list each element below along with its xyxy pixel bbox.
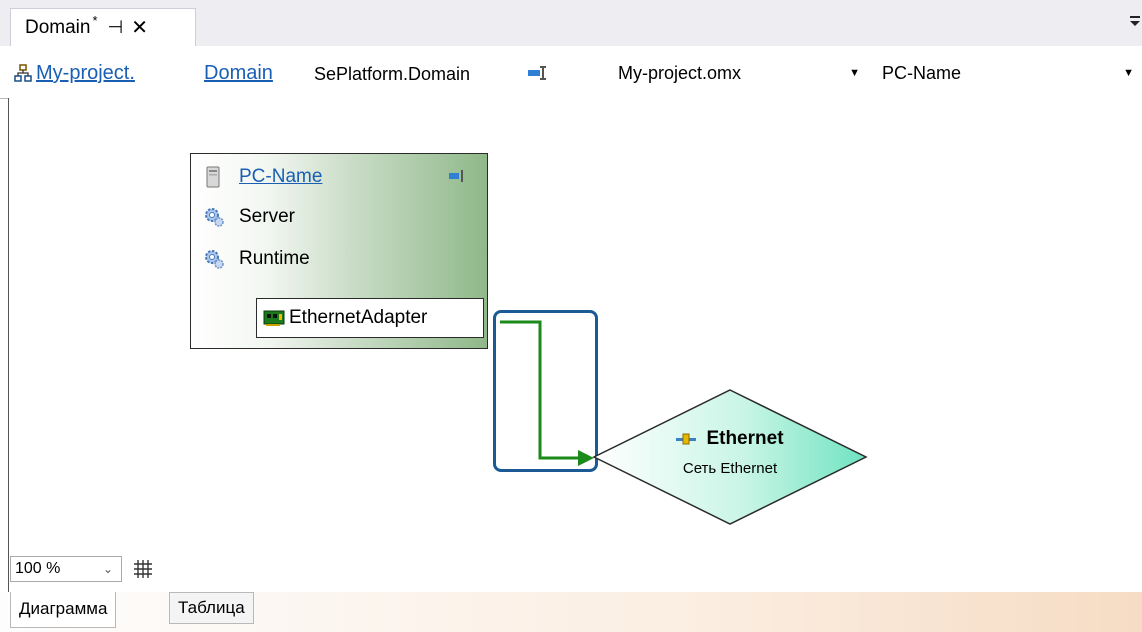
network-title: Ethernet bbox=[620, 428, 840, 450]
zoom-value: 100 % bbox=[15, 560, 61, 577]
chevron-down-icon: ⌄ bbox=[102, 562, 113, 576]
grid-icon[interactable] bbox=[132, 558, 154, 580]
network-label: Ethernet Сеть Ethernet bbox=[620, 428, 840, 477]
tab-table[interactable]: Таблица bbox=[169, 592, 254, 624]
network-title-text: Ethernet bbox=[706, 428, 784, 449]
zoom-combo[interactable]: 100 % ⌄ bbox=[10, 556, 122, 582]
view-tab-strip: Диаграмма Таблица bbox=[0, 592, 1142, 632]
connector-arrow bbox=[578, 450, 594, 466]
network-link-icon bbox=[676, 433, 697, 445]
connector-line[interactable] bbox=[500, 320, 578, 460]
diagram-graphics bbox=[500, 320, 868, 525]
network-subtitle: Сеть Ethernet bbox=[682, 460, 778, 477]
tab-diagram[interactable]: Диаграмма bbox=[10, 592, 117, 628]
